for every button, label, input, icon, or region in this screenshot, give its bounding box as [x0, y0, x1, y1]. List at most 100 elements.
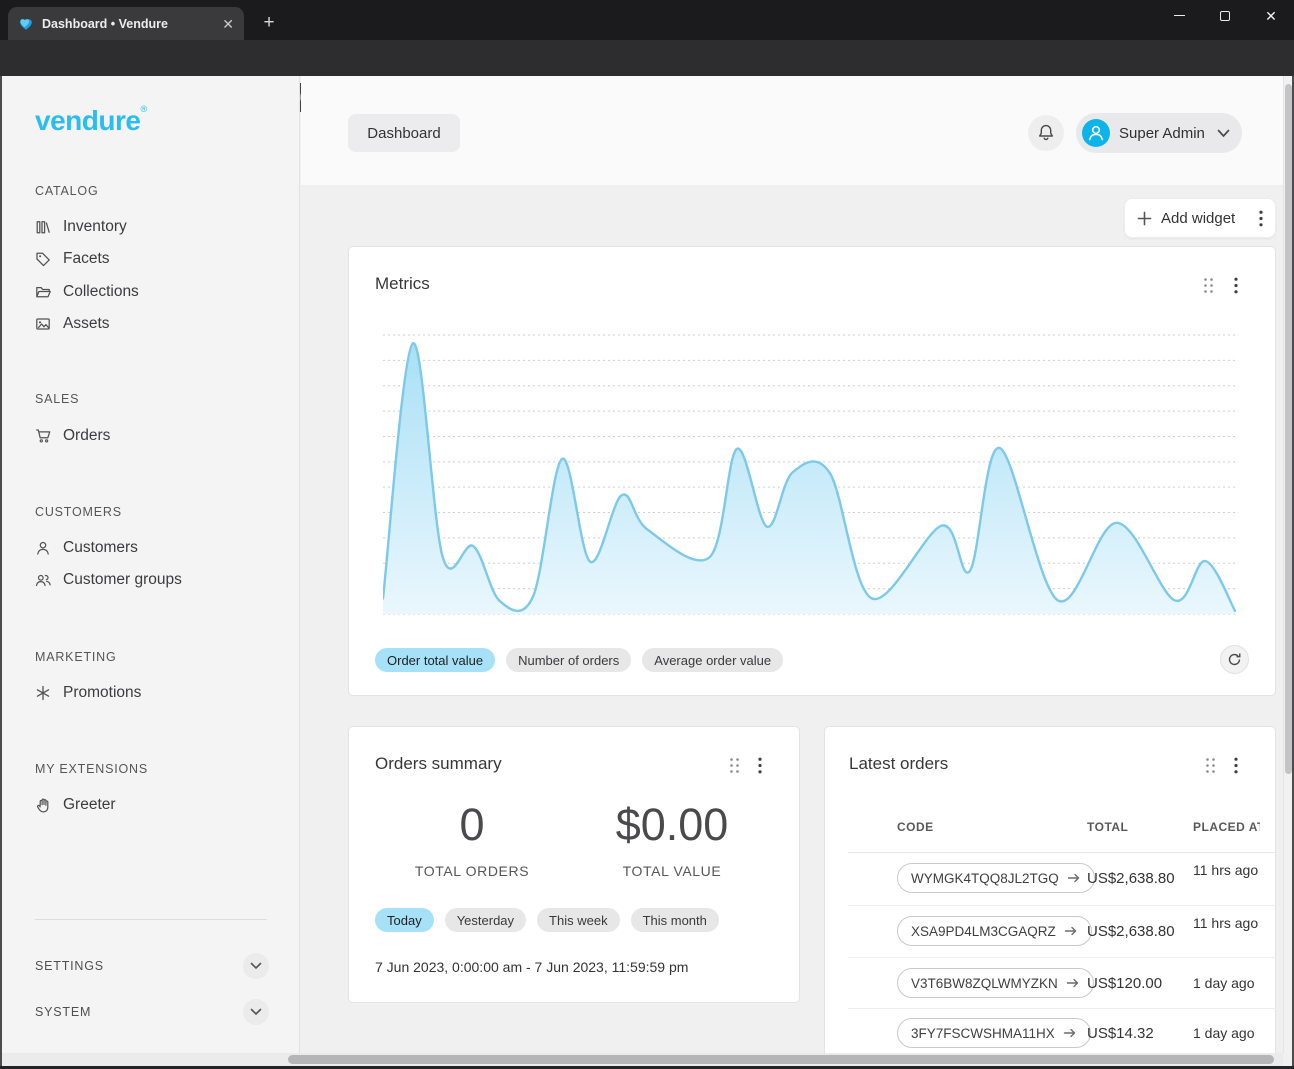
- tab-this-month[interactable]: This month: [631, 908, 719, 932]
- plus-icon: [1137, 211, 1152, 226]
- window-controls: ✕: [1156, 0, 1294, 31]
- refresh-button[interactable]: [1220, 645, 1249, 674]
- user-name: Super Admin: [1119, 125, 1208, 142]
- browser-window: Dashboard • Vendure ✕ + ✕ localhost:30: [0, 0, 1294, 1069]
- sidebar-item-facets[interactable]: Facets: [35, 246, 110, 272]
- section-label-catalog: CATALOG: [35, 184, 98, 198]
- metrics-area-chart: [383, 332, 1236, 616]
- kebab-menu-icon[interactable]: [1259, 210, 1263, 227]
- browser-titlebar: Dashboard • Vendure ✕ + ✕: [0, 0, 1294, 40]
- order-total: US$120.00: [1087, 975, 1162, 992]
- order-code-link[interactable]: WYMGK4TQQ8JL2TGQ: [897, 863, 1095, 893]
- drag-handle-icon[interactable]: [1205, 757, 1216, 774]
- arrow-right-icon: [1063, 1026, 1077, 1040]
- tab-average-order-value[interactable]: Average order value: [642, 648, 783, 672]
- sidebar-item-greeter[interactable]: Greeter: [35, 792, 116, 818]
- sidebar-item-label: Promotions: [63, 684, 141, 702]
- horizontal-scrollbar: [2, 1053, 1283, 1066]
- order-total: US$2,638.80: [1087, 923, 1175, 940]
- sidebar-item-customers[interactable]: Customers: [35, 535, 138, 561]
- browser-toolbar: localhost:3000/admin/: [0, 40, 1294, 76]
- table-divider: [848, 905, 1276, 906]
- chevron-down-icon[interactable]: [243, 953, 269, 979]
- kebab-menu-icon[interactable]: [758, 757, 762, 774]
- folder-icon: [35, 284, 51, 300]
- tab-yesterday[interactable]: Yesterday: [445, 908, 526, 932]
- bell-icon: [1036, 123, 1056, 143]
- sidebar-item-label: Greeter: [63, 796, 116, 814]
- drag-handle-icon[interactable]: [729, 757, 740, 774]
- tab-number-of-orders[interactable]: Number of orders: [506, 648, 631, 672]
- drag-handle-icon[interactable]: [1203, 277, 1214, 294]
- horizontal-scrollbar-thumb[interactable]: [288, 1055, 1274, 1064]
- total-value-value: $0.00: [587, 800, 757, 850]
- order-placed-at: 1 day ago: [1193, 975, 1261, 992]
- order-code-link[interactable]: XSA9PD4LM3CGAQRZ: [897, 916, 1092, 946]
- user-menu[interactable]: Super Admin: [1076, 113, 1242, 153]
- tab-this-week[interactable]: This week: [537, 908, 620, 932]
- vendure-heart-icon: [18, 16, 34, 32]
- metrics-title: Metrics: [375, 274, 430, 294]
- vendure-logo[interactable]: vendure®: [35, 104, 147, 137]
- total-orders-label: TOTAL ORDERS: [387, 863, 557, 879]
- section-label-customers: CUSTOMERS: [35, 505, 122, 519]
- close-button[interactable]: ✕: [1248, 0, 1294, 31]
- browser-tab[interactable]: Dashboard • Vendure ✕: [8, 7, 244, 40]
- new-tab-button[interactable]: +: [256, 10, 282, 36]
- add-widget-button[interactable]: Add widget: [1124, 198, 1276, 238]
- vertical-scrollbar-thumb[interactable]: [1285, 84, 1292, 774]
- sidebar-item-customer-groups[interactable]: Customer groups: [35, 567, 182, 593]
- column-header-total: TOTAL: [1087, 820, 1128, 834]
- order-total: US$14.32: [1087, 1025, 1154, 1042]
- window-edge: [0, 76, 2, 1069]
- tag-icon: [35, 251, 51, 267]
- latest-orders-title: Latest orders: [849, 754, 948, 774]
- tab-title: Dashboard • Vendure: [42, 17, 214, 31]
- table-divider: [848, 1008, 1276, 1009]
- order-placed-at: 11 hrs ago: [1193, 862, 1261, 879]
- sidebar-section-system[interactable]: SYSTEM: [35, 996, 269, 1028]
- arrow-right-icon: [1064, 924, 1078, 938]
- sidebar: vendure® CATALOG Inventory Facets Collec…: [2, 76, 300, 1066]
- cart-icon: [35, 428, 51, 444]
- order-placed-at: 1 day ago: [1193, 1025, 1261, 1042]
- section-label-my-extensions: MY EXTENSIONS: [35, 762, 148, 776]
- sidebar-item-orders[interactable]: Orders: [35, 423, 110, 449]
- total-value-label: TOTAL VALUE: [587, 863, 757, 879]
- orders-summary-stats: 0 TOTAL ORDERS $0.00 TOTAL VALUE: [387, 800, 757, 879]
- total-value-stat: $0.00 TOTAL VALUE: [587, 800, 757, 879]
- breadcrumb[interactable]: Dashboard: [348, 114, 460, 152]
- notifications-button[interactable]: [1028, 115, 1064, 151]
- tab-today[interactable]: Today: [375, 908, 434, 932]
- total-orders-stat: 0 TOTAL ORDERS: [387, 800, 557, 879]
- order-code-link[interactable]: V3T6BW8ZQLWMYZKN: [897, 968, 1094, 998]
- sidebar-item-label: Customer groups: [63, 571, 182, 589]
- sidebar-item-assets[interactable]: Assets: [35, 311, 110, 337]
- chart-area-fill: [383, 343, 1235, 614]
- table-divider: [848, 957, 1276, 958]
- arrow-right-icon: [1067, 871, 1081, 885]
- sidebar-item-promotions[interactable]: Promotions: [35, 680, 141, 706]
- sidebar-section-settings[interactable]: SETTINGS: [35, 950, 269, 982]
- asterisk-icon: [35, 685, 51, 701]
- maximize-button[interactable]: [1202, 0, 1248, 31]
- sidebar-item-inventory[interactable]: Inventory: [35, 214, 127, 240]
- kebab-menu-icon[interactable]: [1234, 277, 1238, 294]
- inventory-icon: [35, 219, 51, 235]
- user-avatar: [1082, 119, 1110, 147]
- tab-close-icon[interactable]: ✕: [222, 17, 234, 31]
- minimize-button[interactable]: [1156, 0, 1202, 31]
- date-range-text: 7 Jun 2023, 0:00:00 am - 7 Jun 2023, 11:…: [375, 959, 688, 975]
- order-total: US$2,638.80: [1087, 870, 1175, 887]
- kebab-menu-icon[interactable]: [1234, 757, 1238, 774]
- column-header-placed-at: PLACED AT: [1193, 820, 1260, 834]
- table-divider: [848, 852, 1276, 853]
- hand-icon: [35, 797, 51, 813]
- order-code-link[interactable]: 3FY7FSCWSHMA11HX: [897, 1018, 1091, 1048]
- arrow-right-icon: [1066, 976, 1080, 990]
- chevron-down-icon[interactable]: [243, 999, 269, 1025]
- tab-order-total-value[interactable]: Order total value: [375, 648, 495, 672]
- sidebar-item-label: Customers: [63, 539, 138, 557]
- metrics-series-tabs: Order total value Number of orders Avera…: [375, 648, 783, 672]
- sidebar-item-collections[interactable]: Collections: [35, 279, 139, 305]
